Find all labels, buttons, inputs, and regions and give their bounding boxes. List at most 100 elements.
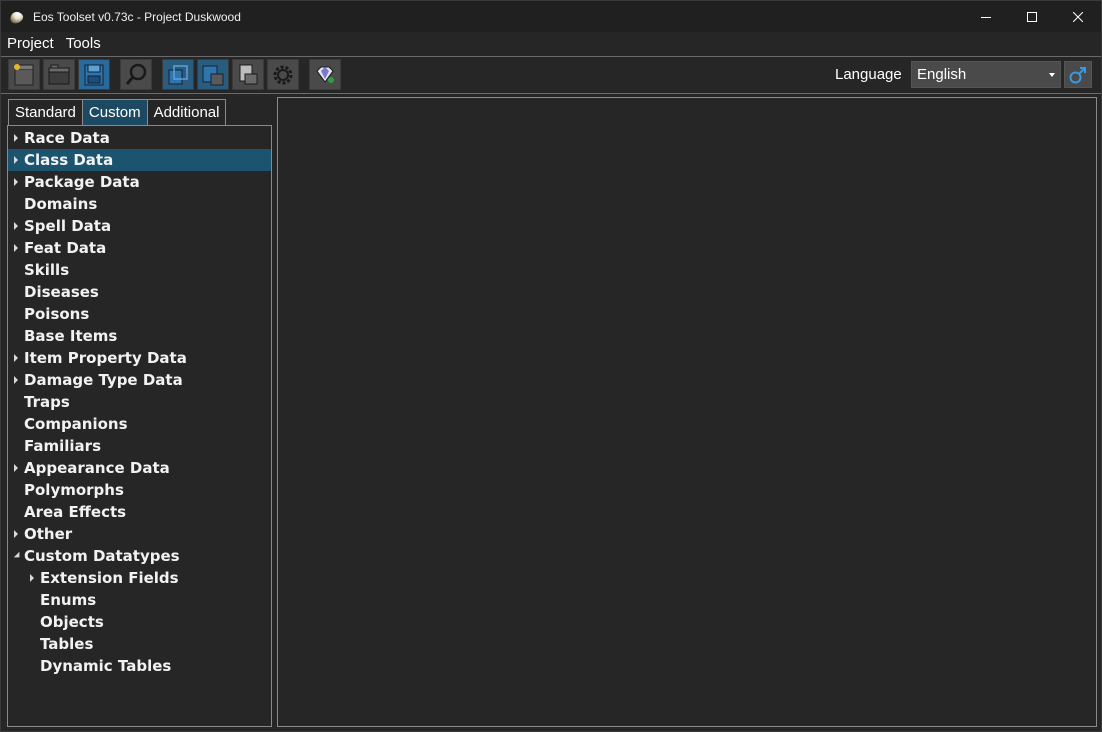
tree-item[interactable]: Race Data (8, 127, 271, 149)
tree-item-label: Race Data (24, 129, 110, 147)
tree-item[interactable]: Polymorphs (8, 479, 271, 501)
search-button[interactable] (120, 59, 152, 90)
new-project-button[interactable] (8, 59, 40, 90)
tree-item-label: Skills (24, 261, 70, 279)
tree-item[interactable]: Custom Datatypes (8, 545, 271, 567)
document-print-icon (239, 64, 258, 84)
tree-item-label: Tables (40, 635, 94, 653)
chevron-right-icon[interactable] (30, 574, 34, 582)
save-all-button[interactable] (197, 59, 229, 90)
language-value: English (917, 66, 967, 83)
save-project-icon (84, 64, 104, 85)
tree-item[interactable]: Poisons (8, 303, 271, 325)
tree-item[interactable]: Dynamic Tables (8, 655, 271, 677)
tab-additional[interactable]: Additional (146, 99, 227, 125)
search-icon (125, 63, 147, 85)
chevron-down-icon (1049, 73, 1055, 77)
language-label: Language (835, 66, 902, 83)
tree-item[interactable]: Package Data (8, 171, 271, 193)
tree-item-label: Domains (24, 195, 98, 213)
save-all-icon (202, 65, 224, 85)
tree-item[interactable]: Item Property Data (8, 347, 271, 369)
tree-item-label: Enums (40, 591, 97, 609)
tree-item-label: Item Property Data (24, 349, 187, 367)
app-window: Eos Toolset v0.73c - Project Duskwood Pr… (0, 0, 1102, 732)
tree-item-label: Spell Data (24, 217, 112, 235)
tree-item-label: Companions (24, 415, 128, 433)
tree-item[interactable]: Skills (8, 259, 271, 281)
data-tabs: Standard Custom Additional (8, 99, 227, 125)
tree-panel: Race Data Class Data Package Data Domains Sp… (7, 125, 272, 727)
menu-project[interactable]: Project (1, 32, 60, 55)
tree-item-label: Damage Type Data (24, 371, 183, 389)
data-tree: Race Data Class Data Package Data Domains Sp… (8, 127, 271, 677)
chevron-right-icon[interactable] (14, 222, 18, 230)
window-controls (963, 1, 1101, 32)
tree-item-label: Diseases (24, 283, 99, 301)
tree-item[interactable]: Damage Type Data (8, 369, 271, 391)
tab-custom[interactable]: Custom (81, 99, 148, 125)
menu-bar: Project Tools (1, 32, 1101, 55)
minimize-button[interactable] (963, 1, 1009, 32)
maximize-button[interactable] (1009, 1, 1055, 32)
tree-item[interactable]: Diseases (8, 281, 271, 303)
tree-item-label: Package Data (24, 173, 140, 191)
tree-item-label: Feat Data (24, 239, 107, 257)
tree-item[interactable]: Objects (8, 611, 271, 633)
chevron-right-icon[interactable] (14, 244, 18, 252)
open-project-icon (48, 64, 70, 84)
tree-item[interactable]: Enums (8, 589, 271, 611)
tree-item[interactable]: Familiars (8, 435, 271, 457)
chevron-right-icon[interactable] (14, 464, 18, 472)
tab-standard[interactable]: Standard (8, 99, 83, 125)
tree-item-label: Appearance Data (24, 459, 170, 477)
tree-item[interactable]: Other (8, 523, 271, 545)
gem-button[interactable] (309, 59, 341, 90)
chevron-down-icon[interactable] (13, 551, 23, 561)
tree-item-label: Traps (24, 393, 70, 411)
tree-item-label: Base Items (24, 327, 118, 345)
close-icon (1073, 11, 1083, 22)
tree-item[interactable]: Class Data (8, 149, 271, 171)
chevron-right-icon[interactable] (14, 178, 18, 186)
tree-item[interactable]: Domains (8, 193, 271, 215)
tree-item-label: Polymorphs (24, 481, 124, 499)
tree-item[interactable]: Spell Data (8, 215, 271, 237)
open-project-button[interactable] (43, 59, 75, 90)
settings-button[interactable] (267, 59, 299, 90)
export-button[interactable] (162, 59, 194, 90)
gender-toggle-button[interactable] (1064, 61, 1092, 88)
chevron-right-icon[interactable] (14, 156, 18, 164)
toolbar: Language English (1, 57, 1101, 93)
close-button[interactable] (1055, 1, 1101, 32)
tree-item-label: Poisons (24, 305, 90, 323)
chevron-right-icon[interactable] (14, 354, 18, 362)
tree-item[interactable]: Tables (8, 633, 271, 655)
menu-tools[interactable]: Tools (60, 32, 107, 55)
tree-item[interactable]: Companions (8, 413, 271, 435)
tree-item-label: Dynamic Tables (40, 657, 172, 675)
tree-item[interactable]: Extension Fields (8, 567, 271, 589)
save-project-button[interactable] (78, 59, 110, 90)
tree-item[interactable]: Base Items (8, 325, 271, 347)
tree-item[interactable]: Appearance Data (8, 457, 271, 479)
chevron-right-icon[interactable] (14, 134, 18, 142)
chevron-right-icon[interactable] (14, 376, 18, 384)
tree-item[interactable]: Feat Data (8, 237, 271, 259)
title-bar[interactable]: Eos Toolset v0.73c - Project Duskwood (1, 1, 1101, 32)
document-print-button[interactable] (232, 59, 264, 90)
gem-icon (316, 66, 334, 83)
minimize-icon (981, 16, 991, 18)
language-select[interactable]: English (911, 61, 1061, 88)
app-logo-icon (9, 9, 25, 25)
export-icon (168, 64, 188, 84)
tree-item[interactable]: Traps (8, 391, 271, 413)
tree-item[interactable]: Area Effects (8, 501, 271, 523)
tree-item-label: Other (24, 525, 73, 543)
chevron-right-icon[interactable] (14, 530, 18, 538)
male-symbol-icon (1069, 66, 1086, 83)
tree-item-label: Extension Fields (40, 569, 179, 587)
tree-item-label: Familiars (24, 437, 101, 455)
settings-gear-icon (273, 65, 293, 84)
tree-item-label: Custom Datatypes (24, 547, 180, 565)
